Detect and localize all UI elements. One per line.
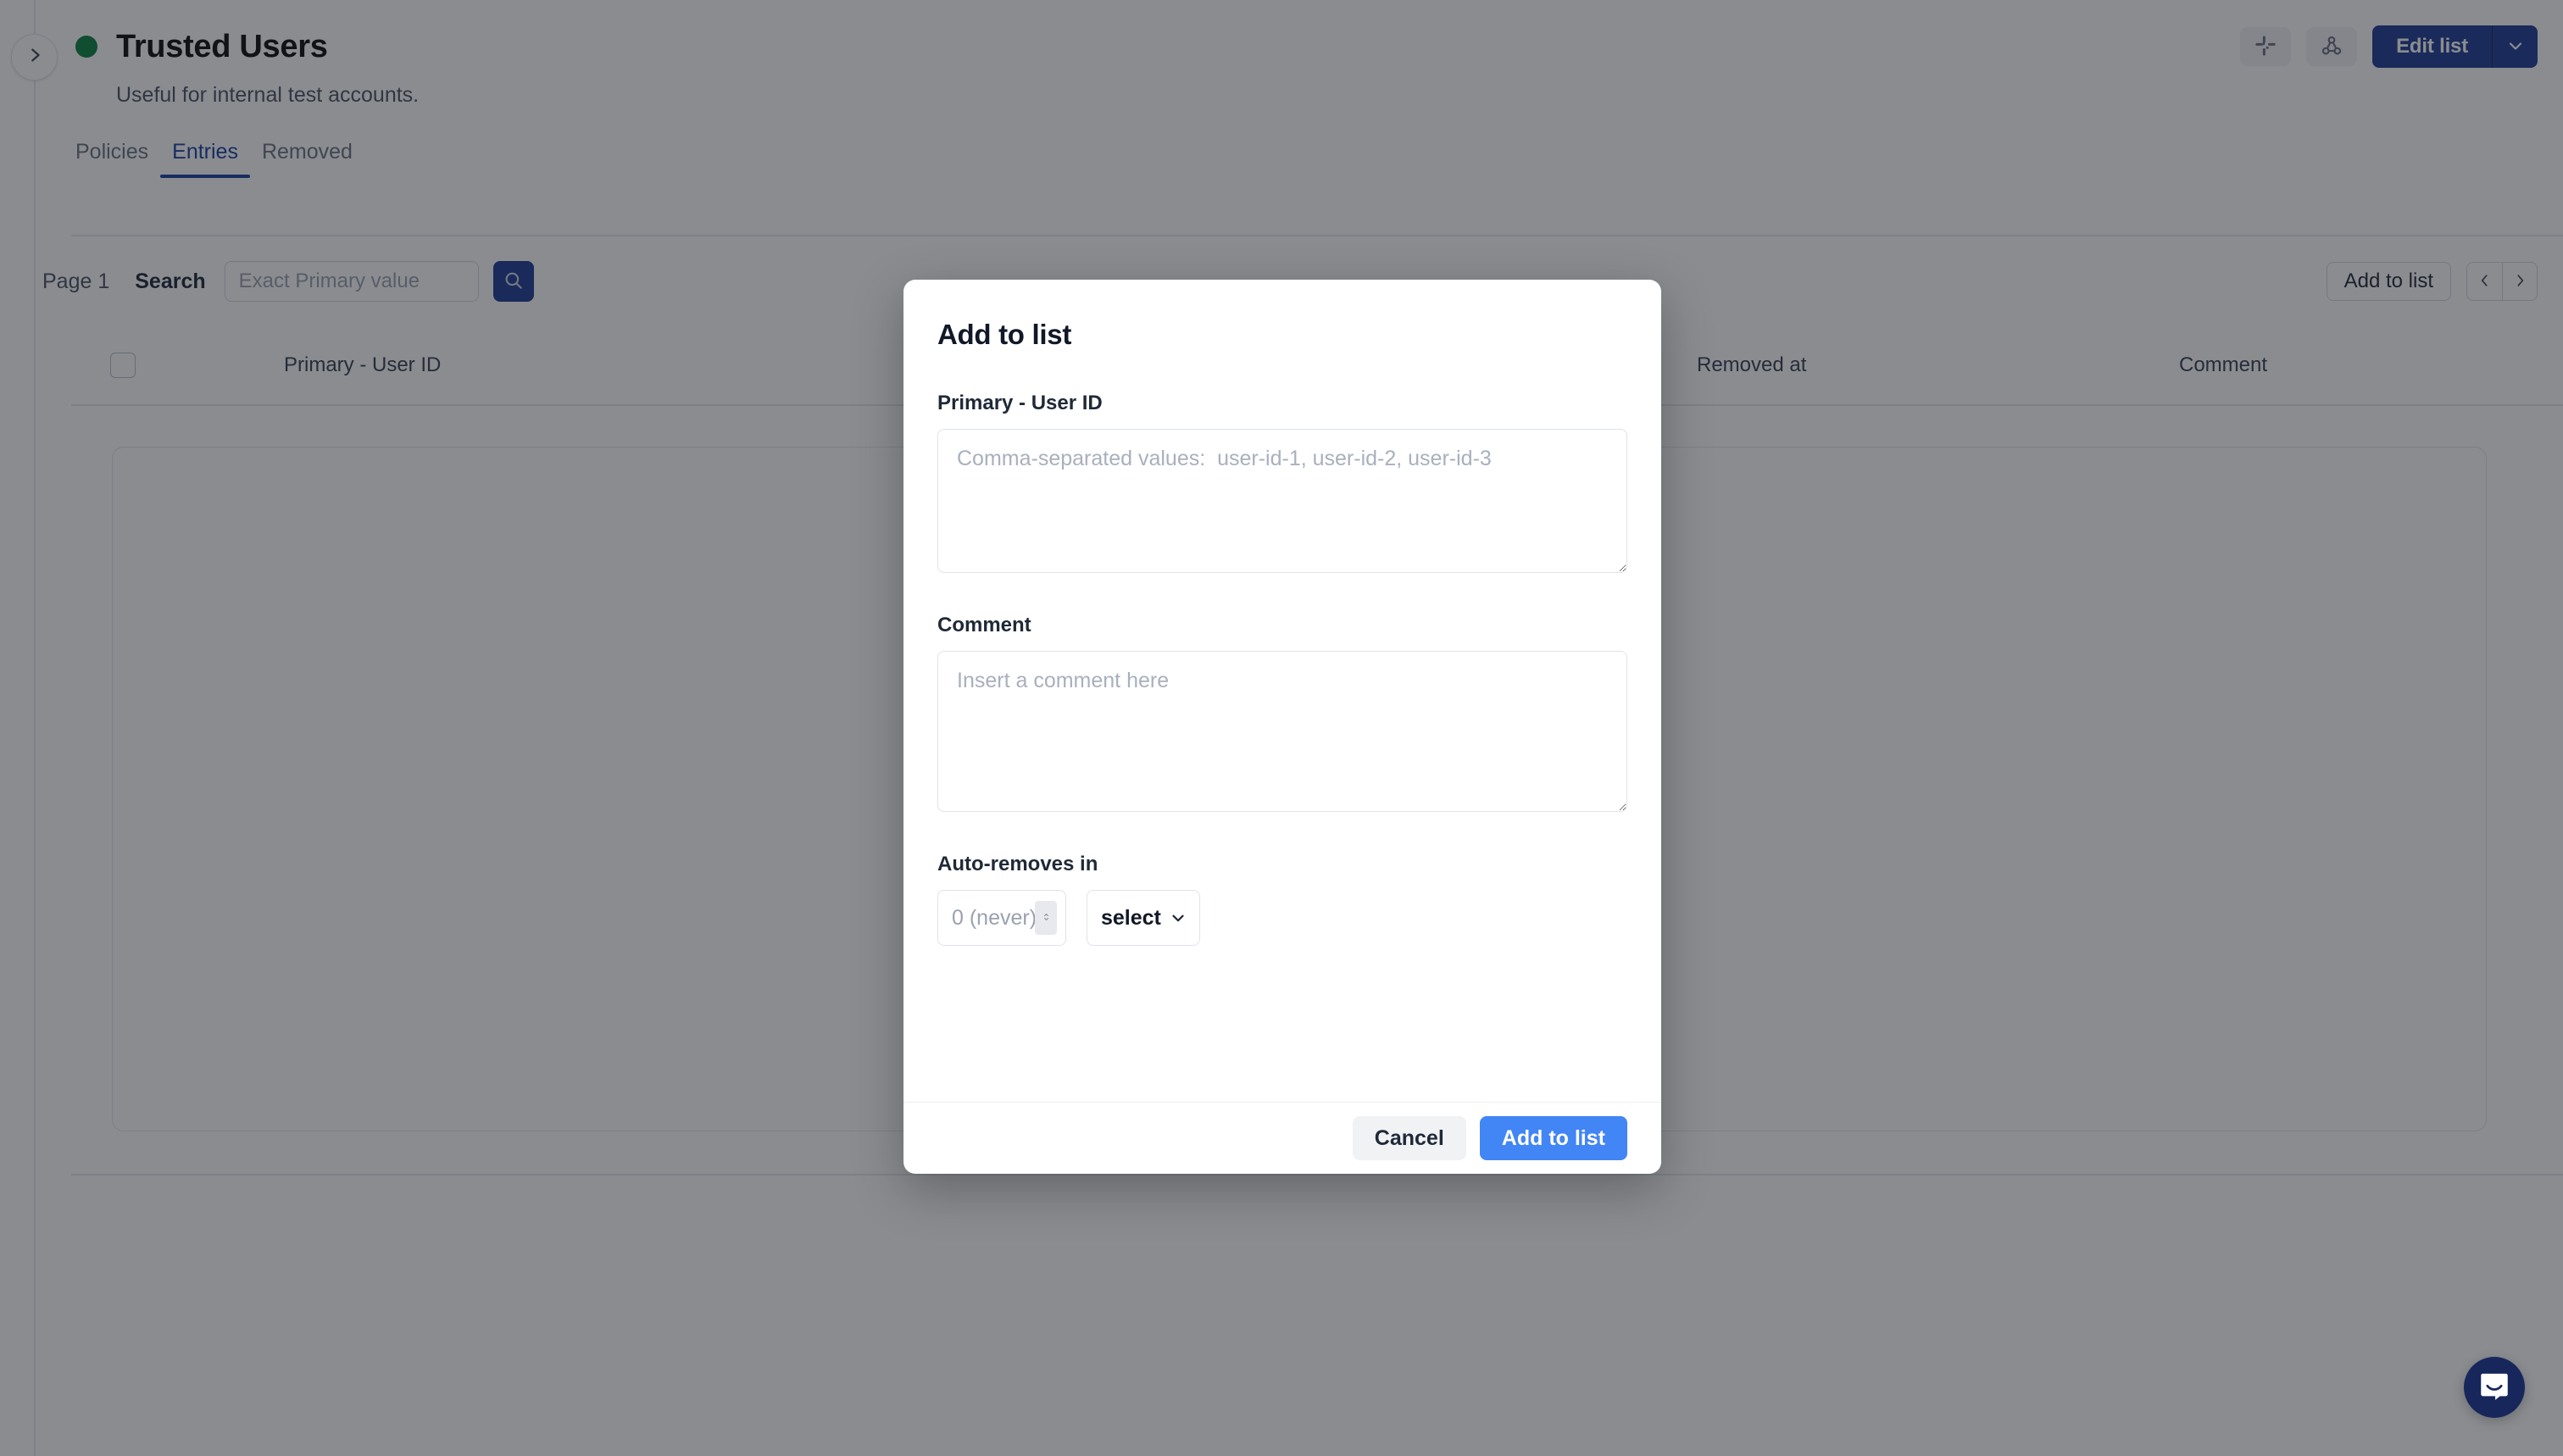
comment-label: Comment	[937, 614, 1031, 636]
primary-user-id-field: Primary - User ID	[937, 392, 1627, 573]
messenger-launcher-button[interactable]	[2464, 1357, 2525, 1418]
add-to-list-dialog: Add to list Primary - User ID Comment Au…	[903, 280, 1661, 1174]
chevron-down-icon	[1169, 909, 1187, 927]
auto-removes-amount-stepper[interactable]	[1035, 901, 1057, 935]
intercom-chat-icon	[2478, 1370, 2510, 1406]
comment-textarea[interactable]	[937, 651, 1627, 812]
auto-removes-unit-value: select	[1101, 905, 1161, 930]
dialog-footer: Cancel Add to list	[903, 1102, 1661, 1174]
dialog-title: Add to list	[937, 319, 1072, 350]
primary-user-id-textarea[interactable]	[937, 429, 1627, 573]
dialog-body: Add to list Primary - User ID Comment Au…	[903, 280, 1661, 1102]
primary-user-id-label: Primary - User ID	[937, 392, 1103, 414]
auto-removes-field: Auto-removes in 0 (never) select	[937, 853, 1627, 946]
submit-add-to-list-button[interactable]: Add to list	[1479, 1116, 1627, 1160]
cancel-button[interactable]: Cancel	[1352, 1116, 1466, 1160]
stepper-up-down-icon	[1040, 910, 1053, 925]
comment-field: Comment	[937, 614, 1627, 812]
auto-removes-unit-select[interactable]: select	[1087, 890, 1200, 946]
auto-removes-amount-wrapper	[937, 890, 1066, 946]
auto-removes-label: Auto-removes in	[937, 853, 1098, 875]
